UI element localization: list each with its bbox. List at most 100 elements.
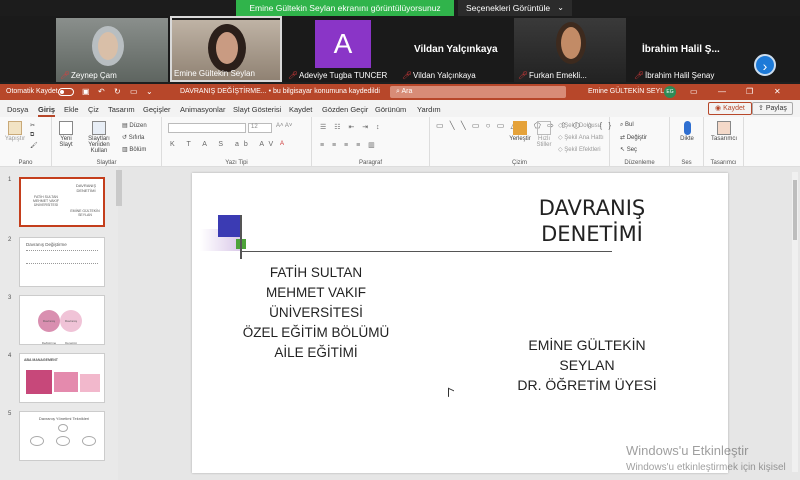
new-slide-button[interactable]: Yeni Slayt: [54, 121, 78, 148]
shape-effects-button[interactable]: ◇ Şekil Efektleri: [558, 146, 601, 153]
participant-display-name: İbrahim Halil Ş...: [642, 44, 720, 55]
participant-avatar: A: [315, 20, 371, 68]
tab-giris[interactable]: Giriş: [38, 105, 56, 117]
group-editing: ⌕ Bul ⇄ Değiştir ↖ Seç Düzenleme: [610, 117, 670, 167]
slide-thumbnail[interactable]: Davranış Değiştirme Davranış Denetimi: [19, 295, 105, 345]
thumb-number: 3: [8, 295, 12, 301]
slideshow-icon[interactable]: ▭: [130, 87, 138, 96]
find-button[interactable]: ⌕ Bul: [620, 122, 634, 129]
slide-title[interactable]: DAVRANIŞ DENETİMİ: [512, 195, 672, 247]
font-size-select[interactable]: 12: [248, 123, 272, 133]
slide-author-text[interactable]: EMİNE GÜLTEKİN SEYLAN DR. ÖĞRETİM ÜYESİ: [482, 335, 692, 395]
slide-thumbnail[interactable]: Davranış Değiştirme: [19, 237, 105, 287]
participant-tile[interactable]: İbrahim Halil Ş... 🎤︎ İbrahim Halil Şenay: [630, 16, 748, 82]
paste-button[interactable]: Yapıştır: [4, 121, 26, 142]
font-family-select[interactable]: [168, 123, 246, 133]
tab-gecisler[interactable]: Geçişler: [143, 105, 171, 114]
mic-off-icon: 🎤︎: [518, 71, 529, 80]
participant-tile[interactable]: 🎤︎ Furkan Emekli...: [514, 16, 626, 82]
format-painter-icon[interactable]: 🖌︎: [30, 142, 38, 149]
font-format-buttons[interactable]: K T A S ab AV: [170, 141, 278, 148]
slide-canvas[interactable]: DAVRANIŞ DENETİMİ FATİH SULTAN MEHMET VA…: [192, 173, 728, 473]
autosave-toggle[interactable]: [58, 88, 74, 96]
tab-animasyonlar[interactable]: Animasyonlar: [180, 105, 225, 114]
restore-icon[interactable]: ❐: [746, 87, 753, 96]
redo-icon[interactable]: ↻: [114, 87, 121, 96]
undo-icon[interactable]: ↶: [98, 87, 105, 96]
view-options-button[interactable]: Seçenekleri Görüntüle ⌄: [458, 0, 572, 16]
dictate-button[interactable]: Dikte: [674, 121, 700, 142]
align-buttons[interactable]: ≡ ≡ ≡ ≡ ▥: [320, 141, 378, 149]
tab-gorunum[interactable]: Görünüm: [375, 105, 406, 114]
participant-name: Furkan Emekli...: [529, 71, 587, 80]
slide-institution-text[interactable]: FATİH SULTAN MEHMET VAKIF ÜNİVERSİTESİ Ö…: [228, 263, 404, 363]
slide-thumbnail[interactable]: ABA MANAGEMENT: [19, 353, 105, 403]
thumbnail-scrollbar[interactable]: [116, 170, 122, 206]
group-clipboard: Yapıştır ✂ ⧉ 🖌︎ Pano: [0, 117, 52, 167]
minimize-icon[interactable]: —: [718, 87, 726, 96]
windows-activation-subtitle: Windows'u etkinleştirmek için kişisel: [626, 462, 786, 473]
close-icon[interactable]: ✕: [774, 87, 781, 96]
quick-styles-button[interactable]: Hızlı Stiller: [532, 121, 556, 148]
font-grow-icon[interactable]: A˄ A˅: [276, 123, 292, 129]
editor-scrollbar[interactable]: [792, 172, 798, 472]
user-name[interactable]: Emine GÜLTEKİN SEYLAN: [588, 88, 674, 95]
participant-tile-active-speaker[interactable]: Emine Gültekin Seylan: [170, 16, 282, 82]
quick-styles-icon: [537, 121, 551, 135]
replace-button[interactable]: ⇄ Değiştir: [620, 134, 647, 141]
screen: Emine Gültekin Seylan ekranını görüntülü…: [0, 0, 800, 480]
search-placeholder: Ara: [401, 88, 413, 95]
participant-tile[interactable]: Vildan Yalçınkaya 🎤︎ Vildan Yalçınkaya: [398, 16, 510, 82]
tab-dosya[interactable]: Dosya: [7, 105, 28, 114]
share-banner: Emine Gültekin Seylan ekranını görüntülü…: [0, 0, 800, 16]
slide-thumbnail-pane: 1 DAVRANIŞ DENETİMİ FATİH SULTAN MEHMET …: [0, 167, 118, 480]
customize-icon[interactable]: ⌄: [146, 87, 153, 96]
clipboard-icon: [8, 121, 22, 135]
thumb-number: 5: [8, 411, 12, 417]
font-color-icon[interactable]: A: [280, 141, 284, 147]
designer-button[interactable]: Tasarımcı: [706, 121, 742, 142]
mic-off-icon: 🎤︎: [634, 71, 645, 80]
save-icon[interactable]: ▣: [82, 87, 90, 96]
autosave-label: Otomatik Kaydet: [6, 88, 58, 95]
title-divider-line: [240, 251, 612, 252]
shape-outline-button[interactable]: ◇ Şekil Ana Hattı: [558, 134, 604, 141]
copy-icon[interactable]: ⧉: [30, 132, 34, 139]
shape-fill-button[interactable]: ◇ Şekil Dolgusu: [558, 122, 601, 129]
cut-icon[interactable]: ✂: [30, 122, 35, 129]
ribbon-tabs: Dosya Giriş Ekle Çiz Tasarım Geçişler An…: [0, 100, 800, 117]
participant-strip: 🎤︎ Zeynep Çam Emine Gültekin Seylan 🎤︎ Ade…: [0, 16, 800, 82]
tab-ekle[interactable]: Ekle: [64, 105, 79, 114]
share-button[interactable]: ⇪ Paylaş: [752, 102, 793, 115]
reuse-slides-button[interactable]: Slaytları Yeniden Kullan: [82, 121, 116, 154]
ribbon-display-icon[interactable]: ▭: [690, 87, 698, 96]
search-input[interactable]: ⌕ Ara: [390, 86, 566, 98]
tab-yardim[interactable]: Yardım: [417, 105, 441, 114]
record-button[interactable]: ◉ Kaydet: [708, 102, 752, 115]
section-button[interactable]: ▥ Bölüm: [122, 146, 146, 153]
tab-tasarim[interactable]: Tasarım: [108, 105, 135, 114]
thumb-number: 4: [8, 353, 12, 359]
reuse-slides-icon: [92, 121, 106, 135]
list-buttons[interactable]: ☰ ☷ ⇤ ⇥ ↕: [320, 123, 383, 131]
share-icon: ⇪: [758, 105, 764, 112]
next-participants-button[interactable]: ›: [754, 54, 776, 76]
participant-name: Vildan Yalçınkaya: [413, 71, 476, 80]
select-button[interactable]: ↖ Seç: [620, 146, 637, 153]
tab-slayt-gosterisi[interactable]: Slayt Gösterisi: [233, 105, 281, 114]
participant-name: Emine Gültekin Seylan: [174, 69, 255, 78]
arrange-button[interactable]: Yerleştir: [508, 121, 532, 142]
tab-gozden-gecir[interactable]: Gözden Geçir: [322, 105, 368, 114]
tab-kaydet[interactable]: Kaydet: [289, 105, 312, 114]
participant-tile[interactable]: 🎤︎ Zeynep Çam: [56, 16, 168, 82]
reset-button[interactable]: ↺ Sıfırla: [122, 134, 144, 141]
slide-thumbnail[interactable]: Davranış Yönetimi Teknikleri: [19, 411, 105, 461]
layout-button[interactable]: ▤ Düzen: [122, 122, 147, 129]
tab-ciz[interactable]: Çiz: [88, 105, 99, 114]
record-icon: ◉: [715, 105, 722, 112]
user-avatar[interactable]: EG: [664, 86, 676, 98]
arrange-icon: [513, 121, 527, 135]
windows-activation-title: Windows'u Etkinleştir: [626, 443, 749, 458]
slide-thumbnail[interactable]: DAVRANIŞ DENETİMİ FATİH SULTAN MEHMET VA…: [19, 177, 105, 227]
participant-display-name: Vildan Yalçınkaya: [414, 44, 498, 55]
